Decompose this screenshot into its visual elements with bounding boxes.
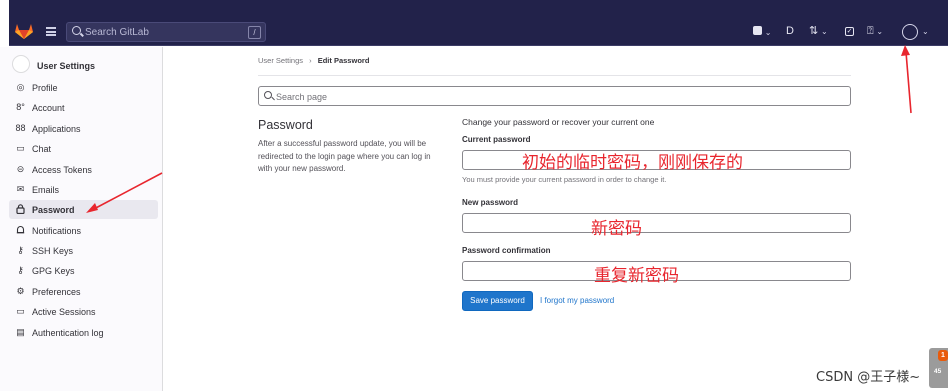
- chevron-down-icon: ⌄: [876, 27, 884, 36]
- sessions-icon: ▭: [16, 306, 25, 316]
- breadcrumb-parent[interactable]: User Settings: [258, 56, 303, 65]
- help-icon: ⍰: [867, 25, 874, 37]
- sidebar-item-emails[interactable]: ✉ Emails: [9, 180, 158, 199]
- breadcrumb: User Settings › Edit Password: [258, 56, 369, 65]
- issues-icon: [753, 26, 762, 35]
- sidebar-item-label: Password: [32, 205, 75, 215]
- key-icon: ⚷: [17, 265, 24, 275]
- sidebar-item-ssh-keys[interactable]: ⚷ SSH Keys: [9, 241, 158, 260]
- chevron-down-icon: ⌄: [821, 27, 828, 36]
- sidebar-item-label: Preferences: [32, 287, 81, 297]
- sidebar-item-label: Authentication log: [32, 328, 104, 338]
- page-title: Password: [258, 118, 313, 132]
- preferences-icon: ⚙: [16, 286, 25, 296]
- sidebar-item-access-tokens[interactable]: ⊝ Access Tokens: [9, 160, 158, 179]
- lock-icon: [15, 204, 26, 217]
- sidebar-item-profile[interactable]: ◎ Profile: [9, 78, 158, 97]
- avatar: [12, 55, 30, 73]
- sidebar-item-preferences[interactable]: ⚙ Preferences: [9, 282, 158, 301]
- gitlab-logo-icon[interactable]: [14, 22, 34, 40]
- arrow-to-avatar: [901, 45, 912, 114]
- forgot-password-link[interactable]: I forgot my password: [540, 296, 614, 305]
- lock-icon: [16, 204, 25, 215]
- sidebar-title: User Settings: [37, 61, 96, 71]
- sidebar-item-account[interactable]: 8° Account: [9, 98, 158, 117]
- menu-icon[interactable]: [46, 27, 56, 36]
- sidebar-item-label: SSH Keys: [32, 246, 74, 256]
- chevron-down-icon: ⌄: [764, 28, 772, 37]
- current-password-label: Current password: [462, 135, 531, 144]
- merge-request-button[interactable]: D: [786, 26, 794, 37]
- widget-count: 45: [934, 368, 942, 375]
- key-icon: ⚷: [17, 245, 24, 255]
- search-shortcut-hint: /: [248, 26, 261, 39]
- breadcrumb-current: Edit Password: [317, 56, 370, 65]
- page-search-placeholder: Search page: [276, 92, 328, 102]
- divider: [258, 75, 851, 76]
- branch-icon: ⇅: [809, 25, 819, 37]
- merge-requests-dropdown-button[interactable]: ⇅ ⌄: [809, 26, 828, 37]
- annotation-new-password: 新密码: [591, 219, 642, 239]
- page-search-input[interactable]: Search page: [258, 86, 851, 106]
- search-placeholder: Search GitLab: [85, 27, 149, 38]
- sidebar-item-label: Applications: [32, 124, 81, 134]
- token-icon: ⊝: [16, 164, 25, 174]
- new-password-field[interactable]: [462, 213, 851, 233]
- profile-icon: ◎: [16, 82, 25, 92]
- chevron-down-icon[interactable]: ⌄: [922, 27, 929, 37]
- current-password-help: You must provide your current password i…: [462, 175, 667, 184]
- sidebar-item-authentication-log[interactable]: ▤ Authentication log: [9, 323, 158, 342]
- sidebar-item-gpg-keys[interactable]: ⚷ GPG Keys: [9, 261, 158, 280]
- notification-badge: 1: [938, 350, 948, 361]
- sidebar-item-notifications[interactable]: Notifications: [9, 221, 158, 240]
- sidebar-item-label: Account: [32, 103, 65, 113]
- bell-icon: [15, 225, 26, 238]
- sidebar-item-label: Profile: [32, 83, 58, 93]
- sidebar-item-label: Active Sessions: [32, 307, 96, 317]
- sidebar-item-applications[interactable]: 88 Applications: [9, 119, 158, 138]
- chat-icon: ▭: [16, 143, 25, 153]
- global-search-input[interactable]: Search GitLab /: [66, 22, 266, 42]
- account-icon: 8°: [16, 102, 25, 112]
- top-navbar: Search GitLab / ⌄ D ⇅ ⌄ ✓ ⍰ ⌄ ⌄: [0, 0, 948, 46]
- settings-sidebar: User Settings ◎ Profile 8° Account 88 Ap…: [0, 47, 163, 391]
- sidebar-item-label: GPG Keys: [32, 266, 75, 276]
- todo-icon: ✓: [845, 27, 854, 36]
- sidebar-item-chat[interactable]: ▭ Chat: [9, 139, 158, 158]
- window-edge: [0, 0, 9, 46]
- mail-icon: ✉: [16, 184, 25, 194]
- help-dropdown-button[interactable]: ⍰ ⌄: [867, 26, 883, 37]
- merge-requests-icon: D: [786, 25, 794, 37]
- todo-button[interactable]: ✓: [845, 26, 854, 36]
- breadcrumb-separator: ›: [309, 56, 312, 65]
- sidebar-item-label: Notifications: [32, 226, 82, 236]
- floating-widget[interactable]: 1 45: [929, 348, 948, 388]
- sidebar-item-active-sessions[interactable]: ▭ Active Sessions: [9, 302, 158, 321]
- applications-icon: 88: [15, 123, 26, 133]
- annotation-current-password: 初始的临时密码，刚刚保存的: [522, 153, 743, 173]
- issues-dropdown-button[interactable]: ⌄: [753, 26, 771, 38]
- save-password-button[interactable]: Save password: [462, 291, 533, 311]
- log-icon: ▤: [16, 327, 25, 337]
- sidebar-item-label: Chat: [32, 144, 52, 154]
- annotation-password-confirmation: 重复新密码: [594, 266, 679, 286]
- sidebar-item-label: Emails: [32, 185, 60, 195]
- form-heading: Change your password or recover your cur…: [462, 117, 655, 127]
- search-icon: [264, 91, 272, 99]
- watermark: CSDN @王子様~: [816, 370, 921, 385]
- sidebar-header[interactable]: User Settings: [12, 52, 162, 74]
- new-password-label: New password: [462, 198, 519, 207]
- sidebar-item-label: Access Tokens: [32, 165, 92, 175]
- sidebar-item-password[interactable]: Password: [9, 200, 158, 219]
- search-icon: [72, 26, 81, 35]
- user-avatar[interactable]: [902, 24, 918, 40]
- password-confirmation-label: Password confirmation: [462, 246, 551, 255]
- section-description: After a successful password update, you …: [258, 139, 431, 173]
